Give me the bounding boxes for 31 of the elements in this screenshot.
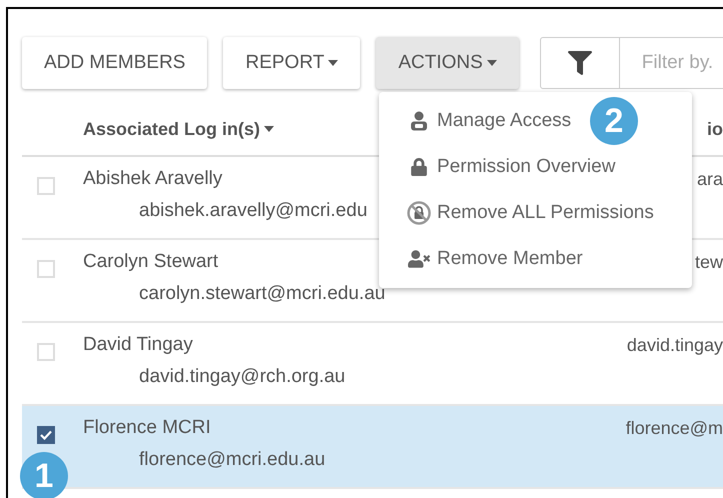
member-email: abishek.aravelly@mcri.edu xyxy=(138,199,368,223)
table-cell-text: david.tingay xyxy=(626,334,723,357)
step-badge: 1 xyxy=(20,452,68,498)
table-cell-text: ara xyxy=(696,168,723,191)
column-header[interactable]: io xyxy=(707,116,723,142)
menu-item[interactable]: Remove ALL Permissions xyxy=(407,190,654,236)
table-cell-text: tew xyxy=(694,251,723,274)
caret-icon xyxy=(328,60,338,66)
filter-button[interactable] xyxy=(540,37,620,89)
row-checkbox[interactable] xyxy=(37,426,55,444)
member-name: David Tingay xyxy=(83,333,193,357)
member-name: Carolyn Stewart xyxy=(83,250,218,274)
user-remove-icon xyxy=(408,248,430,270)
column-header[interactable]: Associated Log in(s) xyxy=(83,116,274,142)
table-cell-text: florence@m xyxy=(626,417,723,440)
filter-icon xyxy=(568,51,592,75)
member-email: david.tingay@rch.org.au xyxy=(138,365,346,389)
filter-field[interactable]: Filter by. xyxy=(620,37,723,89)
caret-icon xyxy=(264,126,274,132)
toolbar-button[interactable]: REPORT xyxy=(223,37,360,89)
lock-icon xyxy=(410,158,428,176)
member-name: Florence MCRI xyxy=(83,416,211,440)
no-lock-icon xyxy=(407,201,431,225)
toolbar-button[interactable]: ACTIONS xyxy=(376,37,519,89)
caret-icon xyxy=(486,60,497,66)
person-badge-icon xyxy=(410,111,428,131)
toolbar-button[interactable]: ADD MEMBERS xyxy=(22,37,208,89)
member-email: carolyn.stewart@mcri.edu.au xyxy=(138,282,386,306)
member-name: Abishek Aravelly xyxy=(83,167,222,191)
menu-item[interactable]: Manage Access xyxy=(407,98,572,144)
member-email: florence@mcri.edu.au xyxy=(138,448,326,472)
